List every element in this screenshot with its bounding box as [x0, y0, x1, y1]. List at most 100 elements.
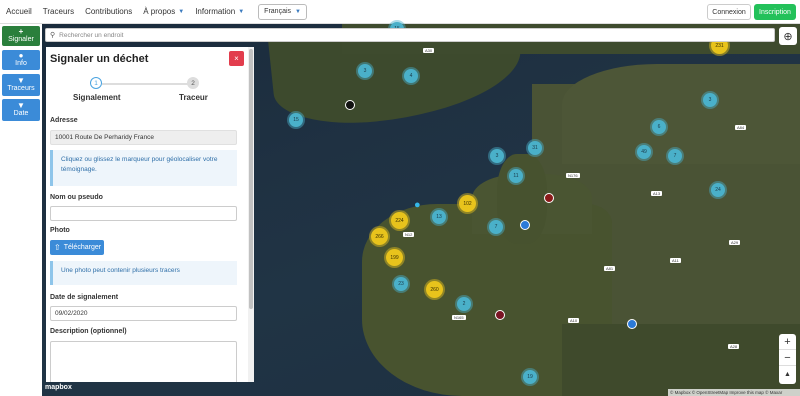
road-label: A13 — [651, 191, 663, 196]
crosshair-icon: ⊕ — [783, 30, 793, 43]
road-label: A11 — [670, 258, 681, 263]
search-input[interactable]: ⚲ Rechercher un endroit — [45, 28, 775, 42]
stepper-line — [102, 83, 188, 85]
geolocate-button[interactable]: ⊕ — [779, 27, 797, 45]
description-label: Description (optionnel) — [50, 328, 127, 335]
single-marker[interactable] — [345, 100, 355, 110]
cluster-marker[interactable]: 15 — [289, 113, 303, 127]
cluster-marker[interactable]: 6 — [652, 120, 666, 134]
road-label: A30 — [423, 48, 435, 53]
photo-label: Photo — [50, 227, 70, 234]
address-help-note: Cliquez ou glissez le marqueur pour géol… — [50, 150, 237, 186]
chevron-down-icon: ▼ — [238, 8, 245, 15]
land-cotentin — [497, 154, 547, 244]
chevron-down-icon: ▼ — [295, 8, 301, 15]
cluster-marker[interactable]: 11 — [509, 169, 523, 183]
language-select[interactable]: Français ▼ — [258, 3, 307, 20]
nav-apropos-label: À propos — [143, 7, 176, 16]
single-marker[interactable] — [544, 193, 554, 203]
tracers-label: Traceurs — [7, 85, 35, 92]
address-label: Adresse — [50, 117, 78, 124]
road-label: A28 — [728, 344, 740, 349]
upload-button[interactable]: ⇧ Télécharger — [50, 240, 104, 255]
cluster-marker[interactable]: 31 — [528, 141, 542, 155]
road-label: N12 — [403, 232, 415, 237]
step-2-label: Traceur — [179, 93, 208, 102]
signup-button[interactable]: Inscription — [754, 4, 796, 20]
step-2-indicator[interactable]: 2 — [187, 77, 199, 89]
filter-icon: ▼ — [17, 76, 25, 85]
cluster-marker[interactable]: 3 — [703, 93, 717, 107]
location-pin-icon[interactable]: ● — [414, 199, 421, 211]
report-label: Signaler — [8, 36, 34, 43]
single-marker[interactable] — [520, 220, 530, 230]
zoom-controls: + − ▲ — [779, 334, 796, 384]
tracers-filter-button[interactable]: ▼ Traceurs — [2, 74, 40, 96]
road-label: A29 — [729, 240, 741, 245]
step-1-label: Signalement — [73, 93, 121, 102]
land-normandy-coast — [562, 64, 800, 164]
mapbox-logo[interactable]: mapbox — [45, 384, 72, 391]
login-button[interactable]: Connexion — [707, 4, 751, 20]
cluster-marker[interactable]: 7 — [489, 220, 503, 234]
photo-help-note: Une photo peut contenir plusieurs tracer… — [50, 261, 237, 285]
map-attribution[interactable]: © Mapbox © OpenStreetMap Improve this ma… — [668, 389, 800, 396]
name-label: Nom ou pseudo — [50, 194, 103, 201]
cluster-marker[interactable]: 3 — [358, 64, 372, 78]
road-label: N165 — [452, 315, 466, 320]
cluster-marker[interactable]: 49 — [637, 145, 651, 159]
cluster-marker[interactable]: 24 — [711, 183, 725, 197]
single-marker[interactable] — [627, 319, 637, 329]
top-navbar: Accueil Traceurs Contributions À propos ▼… — [0, 0, 800, 24]
cluster-marker-large[interactable]: 260 — [426, 281, 443, 298]
cluster-marker-large[interactable]: 102 — [459, 195, 476, 212]
date-field-label: Date de signalement — [50, 294, 119, 301]
cluster-marker-large[interactable]: 224 — [391, 212, 408, 229]
zoom-in-button[interactable]: + — [779, 334, 796, 350]
cluster-marker[interactable]: 2 — [457, 297, 471, 311]
upload-icon: ⇧ — [54, 243, 61, 252]
nav-contributions[interactable]: Contributions — [85, 7, 132, 16]
scrollbar-thumb[interactable] — [249, 49, 253, 309]
land-south — [562, 324, 800, 396]
nav-apropos-dropdown[interactable]: À propos ▼ — [143, 7, 184, 16]
zoom-out-button[interactable]: − — [779, 350, 796, 366]
filter-icon: ▼ — [17, 101, 25, 110]
nav-traceurs[interactable]: Traceurs — [43, 7, 74, 16]
nav-information-dropdown[interactable]: Information ▼ — [195, 7, 244, 16]
step-1-indicator[interactable]: 1 — [90, 77, 102, 89]
upload-label: Télécharger — [63, 244, 102, 251]
chevron-down-icon: ▼ — [178, 8, 185, 15]
cluster-marker[interactable]: 13 — [432, 210, 446, 224]
panel-scrollbar[interactable] — [248, 47, 254, 382]
cluster-marker[interactable]: 3 — [490, 149, 504, 163]
nav-accueil[interactable]: Accueil — [6, 7, 32, 16]
close-button[interactable]: × — [229, 51, 244, 66]
cluster-marker[interactable]: 7 — [668, 149, 682, 163]
address-field[interactable]: 10001 Route De Perharidy France — [50, 130, 237, 145]
description-textarea[interactable] — [50, 341, 237, 382]
cluster-marker[interactable]: 19 — [523, 370, 537, 384]
date-field[interactable]: 09/02/2020 — [50, 306, 237, 321]
road-label: A84 — [735, 125, 747, 130]
single-marker[interactable] — [495, 310, 505, 320]
language-label: Français — [264, 8, 292, 15]
compass-button[interactable]: ▲ — [779, 366, 796, 382]
info-button[interactable]: ● Info — [2, 50, 40, 70]
plus-icon: + — [18, 27, 24, 36]
cluster-marker[interactable]: 23 — [394, 277, 408, 291]
road-label: A10 — [568, 318, 580, 323]
name-field[interactable] — [50, 206, 237, 221]
search-icon: ⚲ — [50, 32, 56, 39]
cluster-marker-large[interactable]: 199 — [386, 249, 403, 266]
road-label: A81 — [604, 266, 616, 271]
cluster-marker[interactable]: 4 — [404, 69, 418, 83]
report-button[interactable]: + Signaler — [2, 26, 40, 46]
report-panel: Signaler un déchet × 1 2 Signalement Tra… — [46, 47, 254, 382]
date-filter-button[interactable]: ▼ Date — [2, 99, 40, 121]
date-label: Date — [13, 110, 29, 117]
info-label: Info — [15, 60, 27, 67]
search-placeholder: Rechercher un endroit — [59, 31, 124, 39]
panel-title: Signaler un déchet — [50, 53, 149, 65]
cluster-marker-large[interactable]: 266 — [371, 228, 388, 245]
